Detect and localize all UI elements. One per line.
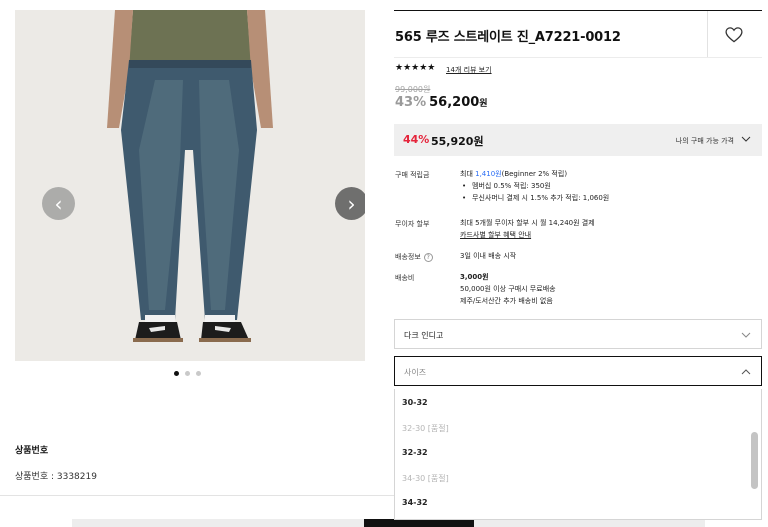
dropdown-scrollbar-thumb[interactable]: [751, 432, 758, 489]
rating-stars: ★★★★★: [395, 63, 436, 73]
discount-price: 56,200: [429, 95, 480, 110]
installment-info: 최대 5개월 무이자 할부 시 월 14,240원 결제 카드사별 할부 혜택 …: [460, 217, 595, 241]
divider: [0, 495, 394, 496]
installment-label: 무이자 할부: [395, 220, 430, 228]
size-select[interactable]: 사이즈: [394, 356, 762, 386]
shipping-label-row: 배송정보?: [395, 252, 433, 262]
chevron-down-icon: [741, 136, 751, 142]
size-option-32-32[interactable]: 32-32: [402, 448, 428, 457]
shipping-label: 배송정보: [395, 253, 421, 261]
my-price-dropdown[interactable]: 44% 55,920원 나의 구매 가능 가격: [394, 124, 762, 156]
points-bullet-membership: 멤버십 0.5% 적립: 350원: [460, 180, 609, 192]
help-icon[interactable]: ?: [423, 252, 433, 262]
size-option-34-32[interactable]: 34-32: [402, 498, 428, 507]
fee-label: 배송비: [395, 274, 415, 282]
discount-price-unit: 원: [479, 99, 488, 109]
gallery-dot-1[interactable]: [174, 371, 179, 376]
color-select-value: 다크 인디고: [404, 331, 444, 340]
fee-free-shipping: 50,000원 이상 구매시 무료배송: [460, 285, 556, 293]
points-prefix: 최대: [460, 170, 476, 178]
gallery-pagination-dots: [174, 371, 201, 376]
size-select-placeholder: 사이즈: [404, 368, 427, 377]
gallery-prev-button[interactable]: ‹: [42, 187, 75, 220]
discount-percent: 43%: [395, 95, 427, 110]
review-link[interactable]: 14개 리뷰 보기: [446, 65, 492, 75]
divider: [394, 57, 762, 58]
shipping-text: 3일 이내 배송 시작: [460, 252, 517, 260]
my-price-label: 나의 구매 가능 가격: [675, 137, 734, 145]
size-option-32-30: 32-30 [품절]: [402, 424, 449, 433]
product-photo-jeans: [15, 10, 365, 361]
my-price-amount: 55,920원: [431, 135, 484, 148]
fee-amount: 3,000원: [460, 273, 489, 281]
chevron-up-icon: [741, 369, 751, 375]
gallery-dot-3[interactable]: [196, 371, 201, 376]
product-number-value: 상품번호 : 3338219: [15, 472, 97, 482]
gallery-next-button[interactable]: ›: [335, 187, 365, 220]
size-dropdown-list[interactable]: 30-32 32-30 [품절] 32-32 34-30 [품절] 34-32: [394, 389, 762, 520]
points-label: 구매 적립금: [395, 171, 430, 179]
points-bullet-money: 무신사머니 결제 시 1.5% 추가 적립: 1,060원: [460, 192, 609, 204]
installment-text: 최대 5개월 무이자 할부 시 월 14,240원 결제: [460, 219, 595, 227]
installment-link[interactable]: 카드사별 할부 혜택 안내: [460, 229, 595, 241]
points-suffix: (Beginner 2% 적립): [501, 170, 568, 178]
chevron-down-icon: [741, 332, 751, 338]
bottom-tab-bar: [72, 519, 705, 527]
product-title: 565 루즈 스트레이트 진_A7221-0012: [395, 30, 621, 45]
my-price-percent: 44%: [403, 133, 430, 146]
divider: [707, 11, 708, 57]
gallery-dot-2[interactable]: [185, 371, 190, 376]
color-select[interactable]: 다크 인디고: [394, 319, 762, 349]
points-info: 최대 1,410원(Beginner 2% 적립) 멤버십 0.5% 적립: 3…: [460, 168, 609, 204]
fee-island-note: 제주/도서산간 추가 배송비 없음: [460, 297, 553, 305]
heart-icon[interactable]: [724, 25, 744, 45]
size-option-34-30: 34-30 [품절]: [402, 474, 449, 483]
product-image-gallery[interactable]: ‹ ›: [15, 10, 365, 361]
discount-price-row: 43% 56,200 원: [395, 95, 488, 110]
bottom-tab-active-indicator: [364, 519, 474, 527]
fee-info: 3,000원 50,000원 이상 구매시 무료배송 제주/도서산간 추가 배송…: [460, 271, 556, 307]
product-number-heading: 상품번호: [15, 446, 49, 456]
points-amount: 1,410원: [475, 170, 502, 178]
original-price: 99,000원: [395, 85, 431, 94]
size-option-30-32[interactable]: 30-32: [402, 398, 428, 407]
